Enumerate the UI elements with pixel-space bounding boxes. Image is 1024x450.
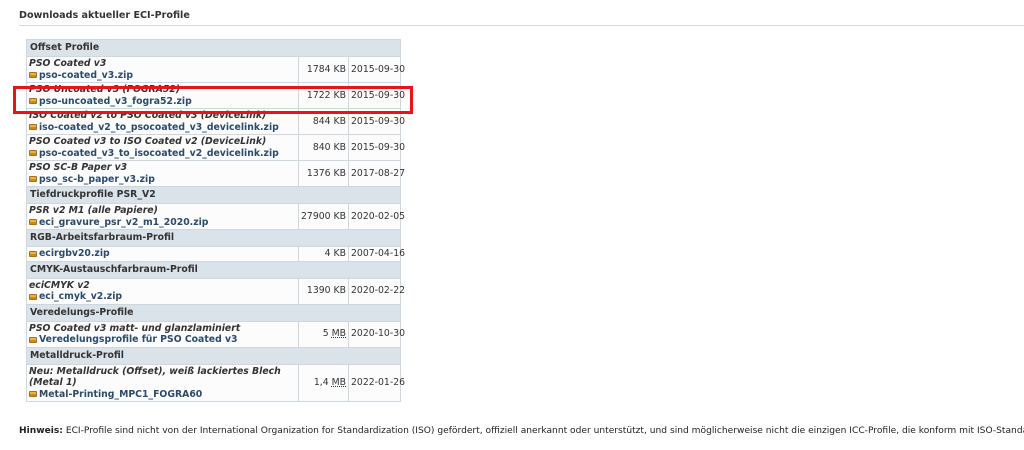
file-date: 2020-02-05 (348, 203, 405, 230)
profile-name-cell: PSO SC-B Paper v3 pso_sc-b_paper_v3.zip (26, 160, 299, 187)
file-size: 1390 KB (298, 277, 349, 305)
group-header-row: Offset Profile (26, 39, 401, 57)
zip-archive-icon (29, 293, 37, 300)
zip-archive-icon (29, 391, 37, 398)
file-date: 2015-09-30 (348, 56, 405, 83)
group-header: Veredelungs-Profile (26, 303, 401, 322)
file-date: 2017-08-27 (348, 160, 405, 187)
profile-title: eciCMYK v2 (29, 279, 90, 291)
download-link[interactable]: iso-coated_v2_to_psocoated_v3_devicelink… (39, 122, 279, 134)
file-date: 2015-09-30 (348, 134, 405, 161)
zip-archive-icon (29, 176, 37, 183)
file-size-value: 5 (322, 328, 329, 340)
note-label: Hinweis: (19, 426, 63, 436)
heading-divider (19, 25, 1024, 26)
download-row: PSO Coated v3 matt- und glanzlaminiert V… (26, 320, 405, 348)
group-header: RGB-Arbeitsfarbraum-Profil (26, 229, 401, 247)
profile-name-cell: Neu: Metalldruck (Offset), weiß lackiert… (26, 363, 299, 402)
profile-title: PSO Coated v3 matt- und glanzlaminiert (29, 322, 241, 334)
zip-archive-icon (29, 219, 37, 226)
file-size: 4 KB (298, 246, 349, 262)
profile-title: PSO SC-B Paper v3 (29, 162, 128, 173)
zip-archive-icon (29, 124, 37, 131)
download-row: ecirgbv20.zip 4 KB 2007-04-16 (26, 246, 405, 262)
download-row: PSR v2 M1 (alle Papiere) eci_gravure_psr… (26, 203, 405, 230)
download-row: PSO SC-B Paper v3 pso_sc-b_paper_v3.zip … (26, 160, 405, 187)
group-header: Tiefdruckprofile PSR_V2 (26, 186, 401, 204)
download-link[interactable]: pso-coated_v3.zip (39, 70, 133, 82)
file-date: 2020-10-30 (348, 320, 405, 348)
download-link[interactable]: eci_cmyk_v2.zip (39, 291, 122, 303)
file-date: 2022-01-26 (348, 363, 405, 402)
profile-name-cell: PSO Coated v3 to ISO Coated v2 (DeviceLi… (26, 134, 299, 161)
profile-name-cell: PSO Coated v3 matt- und glanzlaminiert V… (26, 320, 299, 348)
file-size: 1784 KB (298, 56, 349, 83)
download-link[interactable]: Metal-Printing_MPC1_FOGRA60 (39, 389, 202, 401)
group-header: Metalldruck-Profil (26, 346, 401, 365)
group-header-row: Tiefdruckprofile PSR_V2 (26, 186, 401, 204)
file-size-value: 1,4 (313, 377, 329, 388)
file-size-unit: MB (331, 377, 346, 388)
profile-title: PSR v2 M1 (alle Papiere) (29, 205, 158, 216)
file-date: 2020-02-22 (348, 277, 405, 305)
profile-name-cell: PSO Coated v3 pso-coated_v3.zip (26, 56, 299, 83)
highlight-annotation-box (13, 86, 413, 114)
group-header-row: RGB-Arbeitsfarbraum-Profil (26, 229, 401, 247)
file-date: 2007-04-16 (348, 246, 405, 262)
group-header-row: Metalldruck-Profil (26, 346, 401, 365)
download-link[interactable]: pso-coated_v3_to_isocoated_v2_devicelink… (39, 148, 279, 160)
download-row: PSO Coated v3 pso-coated_v3.zip 1784 KB … (26, 56, 405, 83)
download-link[interactable]: Veredelungsprofile für PSO Coated v3 (39, 334, 238, 346)
profile-title: Neu: Metalldruck (Offset), weiß lackiert… (29, 365, 281, 389)
download-link[interactable]: pso_sc-b_paper_v3.zip (39, 174, 155, 186)
profile-name-cell: eciCMYK v2 eci_cmyk_v2.zip (26, 277, 299, 305)
zip-archive-icon (29, 72, 37, 79)
zip-archive-icon (29, 150, 37, 157)
file-size: 840 KB (298, 134, 349, 161)
download-link[interactable]: eci_gravure_psr_v2_m1_2020.zip (39, 217, 208, 229)
group-header: CMYK-Austauschfarbraum-Profil (26, 260, 401, 279)
page-title: Downloads aktueller ECI-Profile (19, 10, 190, 21)
file-size: 1,4 MB (298, 363, 349, 402)
zip-archive-icon (29, 336, 37, 343)
download-link[interactable]: ecirgbv20.zip (39, 248, 110, 260)
zip-archive-icon (29, 250, 37, 257)
disclaimer-note: Hinweis: ECI-Profile sind nicht von der … (19, 426, 1024, 436)
download-row: eciCMYK v2 eci_cmyk_v2.zip 1390 KB 2020-… (26, 277, 405, 305)
group-header-row: Veredelungs-Profile (26, 303, 401, 322)
group-header: Offset Profile (26, 39, 401, 57)
group-header-row: CMYK-Austauschfarbraum-Profil (26, 260, 401, 279)
profile-title: PSO Coated v3 to ISO Coated v2 (DeviceLi… (29, 136, 267, 147)
download-row: Neu: Metalldruck (Offset), weiß lackiert… (26, 363, 405, 402)
profile-title: PSO Coated v3 (29, 58, 107, 69)
download-row: PSO Coated v3 to ISO Coated v2 (DeviceLi… (26, 134, 405, 161)
file-size: 27900 KB (298, 203, 349, 230)
file-size: 5 MB (298, 320, 349, 348)
profile-name-cell: PSR v2 M1 (alle Papiere) eci_gravure_psr… (26, 203, 299, 230)
profile-name-cell: ecirgbv20.zip (26, 246, 299, 262)
note-text: ECI-Profile sind nicht von der Internati… (62, 426, 1024, 436)
file-size-unit: MB (331, 328, 346, 340)
file-size: 1376 KB (298, 160, 349, 187)
